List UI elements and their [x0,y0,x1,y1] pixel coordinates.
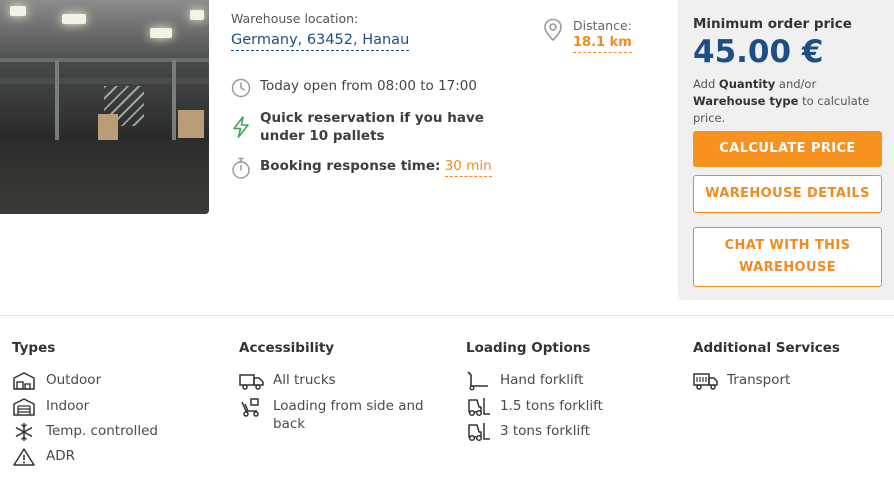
types-title: Types [12,340,56,356]
photo-pallet [98,114,118,140]
price-note: Add Quantity and/or Warehouse type to ca… [693,76,883,127]
truck-icon [239,374,264,390]
price-value: 45.00 € [693,34,824,70]
photo-beam [0,58,209,62]
chat-warehouse-button[interactable]: CHAT WITH THIS WAREHOUSE [693,227,882,287]
photo-mezzanine [0,78,209,84]
type-label: Temp. controlled [46,423,158,439]
outdoor-warehouse-icon [13,372,35,390]
photo-pallet [178,110,204,138]
clock-icon [231,78,251,98]
booking-response: Booking response time: 30 min [231,157,531,182]
location-value[interactable]: Germany, 63452, Hanau [231,32,410,51]
hand-forklift-icon [467,371,488,391]
lightning-icon [233,116,249,138]
loading-label: Hand forklift [500,372,584,388]
snowflake-icon [15,423,33,441]
price-note-middle: and/or [778,77,817,91]
map-pin-icon [544,18,562,42]
photo-light [150,28,172,38]
photo-light [62,14,86,24]
distance-label: Distance: [573,18,632,33]
opening-hours-text: Today open from 08:00 to 17:00 [260,78,477,94]
loading-options-title: Loading Options [466,340,591,356]
quick-reservation: Quick reservation if you have under 10 p… [231,109,531,147]
price-panel: Minimum order price 45.00 € Add Quantity… [678,0,894,300]
quick-reservation-text: Quick reservation if you have under 10 p… [260,110,484,144]
type-label: ADR [46,448,76,464]
transport-truck-icon [693,373,718,390]
type-label: Indoor [46,398,90,414]
service-label: Transport [727,372,791,388]
section-divider [0,315,894,316]
photo-light [10,6,26,16]
forklift-icon [468,423,490,442]
warehouse-details-button[interactable]: WAREHOUSE DETAILS [693,175,882,213]
price-note-type: Warehouse type [693,94,799,108]
loading-label: 1.5 tons forklift [500,398,603,414]
forklift-icon [468,398,490,417]
access-label: Loading from side and [273,398,424,414]
calculate-price-button[interactable]: CALCULATE PRICE [693,131,882,167]
distance-value[interactable]: 18.1 km [573,35,632,53]
loading-icon [241,398,259,417]
stopwatch-icon [232,157,250,179]
booking-response-value[interactable]: 30 min [444,158,492,177]
price-note-prefix: Add [693,77,716,91]
booking-response-label: Booking response time: [260,158,441,174]
warehouse-photo[interactable] [0,0,209,214]
price-note-quantity: Quantity [718,77,776,91]
location-label: Warehouse location: [231,11,359,26]
indoor-warehouse-icon [13,398,35,416]
accessibility-title: Accessibility [239,340,335,356]
photo-pillar [172,60,176,145]
access-label-continued: back [273,416,306,432]
chat-button-line1: CHAT WITH THIS [724,238,851,253]
loading-label: 3 tons forklift [500,423,591,439]
type-label: Outdoor [46,372,102,388]
access-label: All trucks [273,372,336,388]
photo-light [190,10,204,20]
photo-floor [0,140,209,214]
opening-hours: Today open from 08:00 to 17:00 [231,78,531,98]
price-title: Minimum order price [693,16,852,32]
hazard-warning-icon [13,448,35,466]
photo-ceiling [0,0,209,60]
additional-services-title: Additional Services [693,340,840,356]
chat-button-line2: WAREHOUSE [738,260,837,275]
